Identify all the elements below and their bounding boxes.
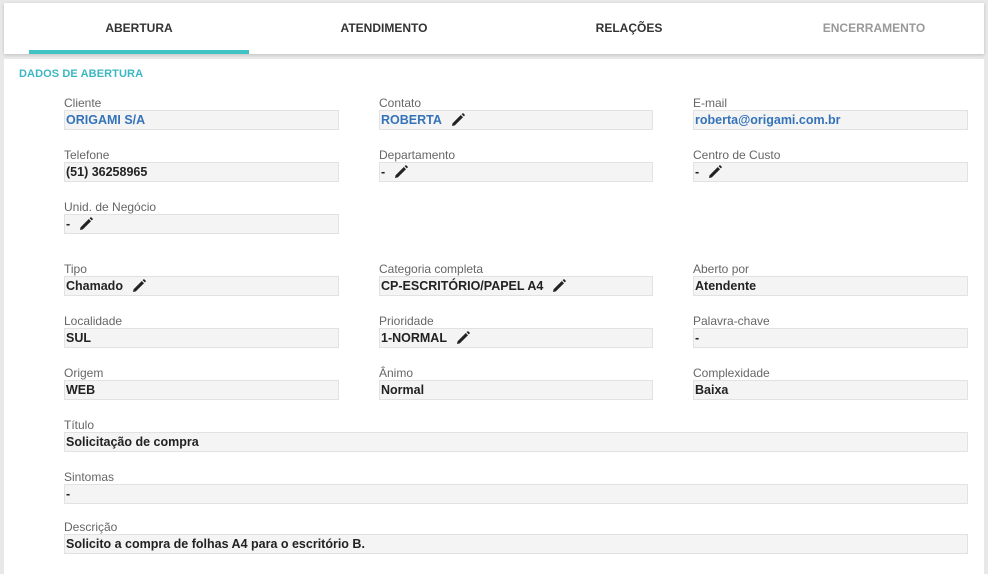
abertura-panel: DADOS DE ABERTURA Cliente ORIGAMI S/A Co… <box>4 59 984 574</box>
field-origem: Origem WEB <box>64 366 339 406</box>
contato-text: ROBERTA <box>381 113 442 127</box>
origem-text: WEB <box>66 383 96 397</box>
prioridade-label: Prioridade <box>379 314 434 328</box>
tab-encerramento-label: ENCERRAMENTO <box>822 21 926 35</box>
descricao-label: Descrição <box>64 520 118 534</box>
email-label: E-mail <box>693 96 728 110</box>
email-value[interactable]: roberta@origami.com.br <box>693 110 968 130</box>
departamento-value: - <box>379 162 653 182</box>
field-tipo: Tipo Chamado <box>64 262 339 302</box>
titulo-text: Solicitação de compra <box>66 435 199 449</box>
aberto-por-label: Aberto por <box>693 262 750 276</box>
field-contato: Contato ROBERTA <box>379 96 653 136</box>
unid-negocio-value: - <box>64 214 339 234</box>
departamento-label: Departamento <box>379 148 456 162</box>
sintomas-label: Sintomas <box>64 470 115 484</box>
field-palavra-chave: Palavra-chave - <box>693 314 968 354</box>
descricao-value: Solicito a compra de folhas A4 para o es… <box>64 534 968 554</box>
centro-custo-pencil-icon[interactable] <box>708 165 722 179</box>
centro-custo-label: Centro de Custo <box>693 148 781 162</box>
cliente-text: ORIGAMI S/A <box>66 113 146 127</box>
localidade-text: SUL <box>66 331 91 345</box>
departamento-text: - <box>381 165 386 179</box>
categoria-text: CP-ESCRITÓRIO/PAPEL A4 <box>381 279 544 293</box>
field-departamento: Departamento - <box>379 148 653 188</box>
palavra-chave-value: - <box>693 328 968 348</box>
field-telefone: Telefone (51) 36258965 <box>64 148 339 188</box>
animo-value: Normal <box>379 380 653 400</box>
field-localidade: Localidade SUL <box>64 314 339 354</box>
palavra-chave-label: Palavra-chave <box>693 314 770 328</box>
origem-value: WEB <box>64 380 339 400</box>
categoria-pencil-icon[interactable] <box>552 279 567 293</box>
tab-atendimento-label: ATENDIMENTO <box>340 21 428 35</box>
departamento-pencil-icon[interactable] <box>394 165 408 179</box>
telefone-label: Telefone <box>64 148 110 162</box>
complexidade-label: Complexidade <box>693 366 770 380</box>
field-centro-custo: Centro de Custo - <box>693 148 968 188</box>
unid-negocio-text: - <box>66 217 71 231</box>
tab-bar: ABERTURA ATENDIMENTO RELAÇÕES ENCERRAMEN… <box>4 3 984 54</box>
palavra-chave-text: - <box>695 331 700 345</box>
tab-relacoes[interactable]: RELAÇÕES <box>549 3 709 54</box>
sintomas-text: - <box>66 487 71 501</box>
active-tab-indicator <box>29 50 249 54</box>
tipo-text: Chamado <box>66 279 123 293</box>
localidade-label: Localidade <box>64 314 123 328</box>
tab-atendimento[interactable]: ATENDIMENTO <box>294 3 474 54</box>
field-prioridade: Prioridade 1-NORMAL <box>379 314 653 354</box>
descricao-text: Solicito a compra de folhas A4 para o es… <box>66 537 365 551</box>
complexidade-value: Baixa <box>693 380 968 400</box>
tipo-value: Chamado <box>64 276 339 296</box>
contato-label: Contato <box>379 96 422 110</box>
tab-abertura-label: ABERTURA <box>105 21 173 35</box>
prioridade-text: 1-NORMAL <box>381 331 447 345</box>
localidade-value: SUL <box>64 328 339 348</box>
field-aberto-por: Aberto por Atendente <box>693 262 968 302</box>
categoria-label: Categoria completa <box>379 262 484 276</box>
field-categoria: Categoria completa CP-ESCRITÓRIO/PAPEL A… <box>379 262 653 302</box>
contato-pencil-icon[interactable] <box>451 113 465 127</box>
section-title: DADOS DE ABERTURA <box>19 68 144 80</box>
field-sintomas: Sintomas - <box>64 470 968 510</box>
field-email: E-mail roberta@origami.com.br <box>693 96 968 136</box>
animo-text: Normal <box>381 383 425 397</box>
tab-relacoes-label: RELAÇÕES <box>595 21 663 35</box>
field-animo: Ânimo Normal <box>379 366 653 406</box>
centro-custo-text: - <box>695 165 700 179</box>
contato-value[interactable]: ROBERTA <box>379 110 653 130</box>
field-cliente: Cliente ORIGAMI S/A <box>64 96 339 136</box>
titulo-label: Título <box>64 418 95 432</box>
origem-label: Origem <box>64 366 104 380</box>
titulo-value: Solicitação de compra <box>64 432 968 452</box>
telefone-value: (51) 36258965 <box>64 162 339 182</box>
centro-custo-value: - <box>693 162 968 182</box>
animo-label: Ânimo <box>379 366 414 380</box>
tipo-pencil-icon[interactable] <box>132 279 146 293</box>
tipo-label: Tipo <box>64 262 87 276</box>
categoria-value: CP-ESCRITÓRIO/PAPEL A4 <box>379 276 653 296</box>
cliente-value[interactable]: ORIGAMI S/A <box>64 110 339 130</box>
unid-negocio-pencil-icon[interactable] <box>79 217 93 231</box>
complexidade-text: Baixa <box>695 383 729 397</box>
aberto-por-text: Atendente <box>695 279 757 293</box>
prioridade-pencil-icon[interactable] <box>456 331 470 345</box>
email-text: roberta@origami.com.br <box>695 113 841 127</box>
field-unid-negocio: Unid. de Negócio - <box>64 200 339 240</box>
tab-abertura[interactable]: ABERTURA <box>29 3 249 54</box>
prioridade-value: 1-NORMAL <box>379 328 653 348</box>
field-titulo: Título Solicitação de compra <box>64 418 968 458</box>
tab-encerramento[interactable]: ENCERRAMENTO <box>794 3 954 54</box>
sintomas-value: - <box>64 484 968 504</box>
unid-negocio-label: Unid. de Negócio <box>64 200 157 214</box>
field-descricao: Descrição Solicito a compra de folhas A4… <box>64 520 968 560</box>
field-complexidade: Complexidade Baixa <box>693 366 968 406</box>
cliente-label: Cliente <box>64 96 102 110</box>
aberto-por-value: Atendente <box>693 276 968 296</box>
telefone-text: (51) 36258965 <box>66 165 148 179</box>
